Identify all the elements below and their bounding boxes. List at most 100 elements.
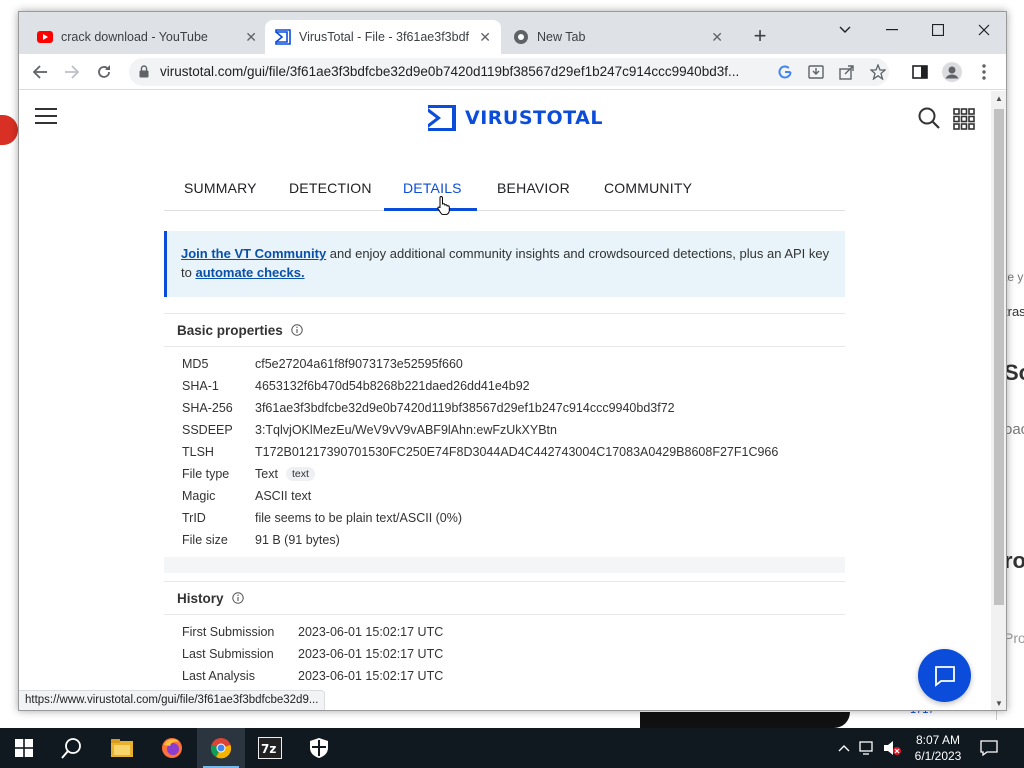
property-row: TrID file seems to be plain text/ASCII (0…: [182, 507, 827, 529]
section-header: History: [164, 581, 845, 615]
new-tab-button[interactable]: +: [747, 24, 773, 50]
clock-time: 8:07 AM: [915, 733, 961, 747]
scrollbar-thumb[interactable]: [994, 109, 1004, 605]
file-explorer-icon[interactable]: [98, 728, 146, 768]
tab-search-chevron-icon[interactable]: [822, 16, 868, 44]
page-scrollbar[interactable]: ▲ ▼: [991, 91, 1006, 710]
tab-youtube[interactable]: crack download - YouTube ✕: [27, 20, 267, 54]
reload-button[interactable]: [91, 59, 117, 85]
property-value[interactable]: file seems to be plain text/ASCII (0%): [255, 511, 462, 525]
vt-header: VIRUSTOTAL: [19, 91, 991, 153]
desktop-icon[interactable]: [0, 115, 18, 145]
history-key: First Submission: [182, 625, 275, 639]
chat-button[interactable]: [918, 649, 971, 702]
tab-title: crack download - YouTube: [61, 30, 208, 44]
network-icon[interactable]: [859, 741, 877, 755]
property-row: TLSH T172B01217390701530FC250E74F8D3044AD…: [182, 441, 827, 463]
property-value[interactable]: 3:TqlvjOKlMezEu/WeV9vV9vABF9lAhn:ewFzUkX…: [255, 423, 557, 437]
search-icon[interactable]: [917, 106, 941, 135]
firefox-icon[interactable]: [148, 728, 196, 768]
system-tray: [838, 728, 901, 768]
browser-toolbar: virustotal.com/gui/file/3f61ae3f3bdfcbe3…: [19, 54, 1006, 90]
status-url-bubble: https://www.virustotal.com/gui/file/3f61…: [19, 690, 326, 710]
info-icon[interactable]: [231, 592, 244, 604]
property-value[interactable]: ASCII text: [255, 489, 311, 503]
background-text: ro: [1004, 548, 1024, 573]
notifications-icon[interactable]: [980, 728, 998, 768]
minimize-button[interactable]: [869, 16, 915, 44]
google-icon[interactable]: [775, 62, 795, 82]
property-value[interactable]: Text: [255, 467, 278, 481]
automate-checks-link[interactable]: automate checks.: [195, 265, 304, 280]
property-key: SHA-1: [182, 379, 219, 393]
share-icon[interactable]: [837, 62, 857, 82]
history-table: First Submission 2023-06-01 15:02:17 UTC L…: [164, 615, 845, 693]
scroll-down-icon[interactable]: ▼: [995, 699, 1003, 708]
volume-muted-icon[interactable]: [883, 740, 901, 756]
side-panel-icon[interactable]: [907, 59, 933, 85]
join-community-link[interactable]: Join the VT Community: [181, 246, 326, 261]
background-text: Pro: [1004, 630, 1024, 646]
forward-button[interactable]: [59, 59, 85, 85]
tab-details[interactable]: DETAILS: [403, 180, 462, 196]
section-header: Basic properties: [164, 313, 845, 347]
basic-properties-section: Basic properties MD5 cf5e27204a61f8f90731…: [164, 313, 845, 573]
history-key: Last Analysis: [182, 669, 255, 683]
property-value[interactable]: cf5e27204a61f8f9073173e52595f660: [255, 357, 463, 371]
close-icon[interactable]: ✕: [479, 29, 491, 46]
chevron-up-icon[interactable]: [838, 744, 850, 752]
hand-cursor-icon: [437, 195, 451, 220]
close-icon[interactable]: ✕: [711, 29, 723, 46]
more-menu-icon[interactable]: [971, 59, 997, 85]
virustotal-logo[interactable]: VIRUSTOTAL: [427, 103, 603, 133]
chrome-icon[interactable]: [197, 728, 245, 768]
tab-virustotal[interactable]: VirusTotal - File - 3f61ae3f3bdfcb ✕: [265, 20, 501, 54]
hamburger-menu-icon[interactable]: [35, 108, 57, 126]
tab-behavior[interactable]: BEHAVIOR: [497, 180, 570, 196]
7zip-icon[interactable]: 7z: [246, 728, 294, 768]
search-icon[interactable]: [48, 728, 96, 768]
property-row: File type Text text: [182, 463, 827, 485]
virustotal-icon: [275, 29, 291, 45]
install-app-icon[interactable]: [806, 62, 826, 82]
start-icon[interactable]: [0, 728, 48, 768]
properties-table: MD5 cf5e27204a61f8f9073173e52595f660 SHA-1…: [164, 347, 845, 557]
tab-summary[interactable]: SUMMARY: [184, 180, 257, 196]
scroll-up-icon[interactable]: ▲: [995, 94, 1003, 103]
taskbar: 7z 8:07 AM 6/1/2023: [0, 728, 1024, 768]
chat-icon: [934, 665, 955, 687]
profile-avatar-icon[interactable]: [939, 59, 965, 85]
section-divider: [164, 557, 845, 573]
property-key: SHA-256: [182, 401, 233, 415]
property-key: File size: [182, 533, 228, 547]
property-row: File size 91 B (91 bytes): [182, 529, 827, 551]
taskbar-clock[interactable]: 8:07 AM 6/1/2023: [905, 732, 971, 764]
background-text: oac: [1004, 421, 1024, 438]
history-row: Last Analysis 2023-06-01 15:02:17 UTC: [182, 665, 827, 687]
property-value[interactable]: T172B01217390701530FC250E74F8D3044AD4C44…: [255, 445, 778, 459]
background-text: tras: [1004, 304, 1024, 319]
history-section: History First Submission 2023-06-01 15:02…: [164, 581, 845, 693]
tab-community[interactable]: COMMUNITY: [604, 180, 692, 196]
property-value[interactable]: 91 B (91 bytes): [255, 533, 340, 547]
property-row: SSDEEP 3:TqlvjOKlMezEu/WeV9vV9vABF9lAhn:e…: [182, 419, 827, 441]
close-icon[interactable]: ✕: [245, 29, 257, 46]
apps-grid-icon[interactable]: [953, 108, 975, 135]
lock-icon[interactable]: [139, 65, 149, 83]
back-button[interactable]: [27, 59, 53, 85]
maximize-button[interactable]: [915, 16, 961, 44]
community-banner: Join the VT Community and enjoy addition…: [164, 231, 845, 297]
bookmark-star-icon[interactable]: [868, 62, 888, 82]
property-value[interactable]: 3f61ae3f3bdfcbe32d9e0b7420d119bf38567d29…: [255, 401, 675, 415]
page-content: VIRUSTOTAL SUMMARY DETECTION DETAILS BEH…: [19, 91, 991, 710]
tab-detection[interactable]: DETECTION: [289, 180, 372, 196]
file-type-tag[interactable]: text: [285, 467, 315, 481]
section-title: History: [177, 590, 224, 606]
close-window-button[interactable]: [961, 16, 1006, 44]
property-key: File type: [182, 467, 230, 481]
property-value[interactable]: 4653132f6b470d54b8268b221daed26dd41e4b92: [255, 379, 530, 393]
shield-app-icon[interactable]: [295, 728, 343, 768]
tab-new-tab[interactable]: New Tab ✕: [503, 20, 733, 54]
address-bar[interactable]: virustotal.com/gui/file/3f61ae3f3bdfcbe3…: [129, 58, 889, 86]
info-icon[interactable]: [291, 324, 303, 336]
